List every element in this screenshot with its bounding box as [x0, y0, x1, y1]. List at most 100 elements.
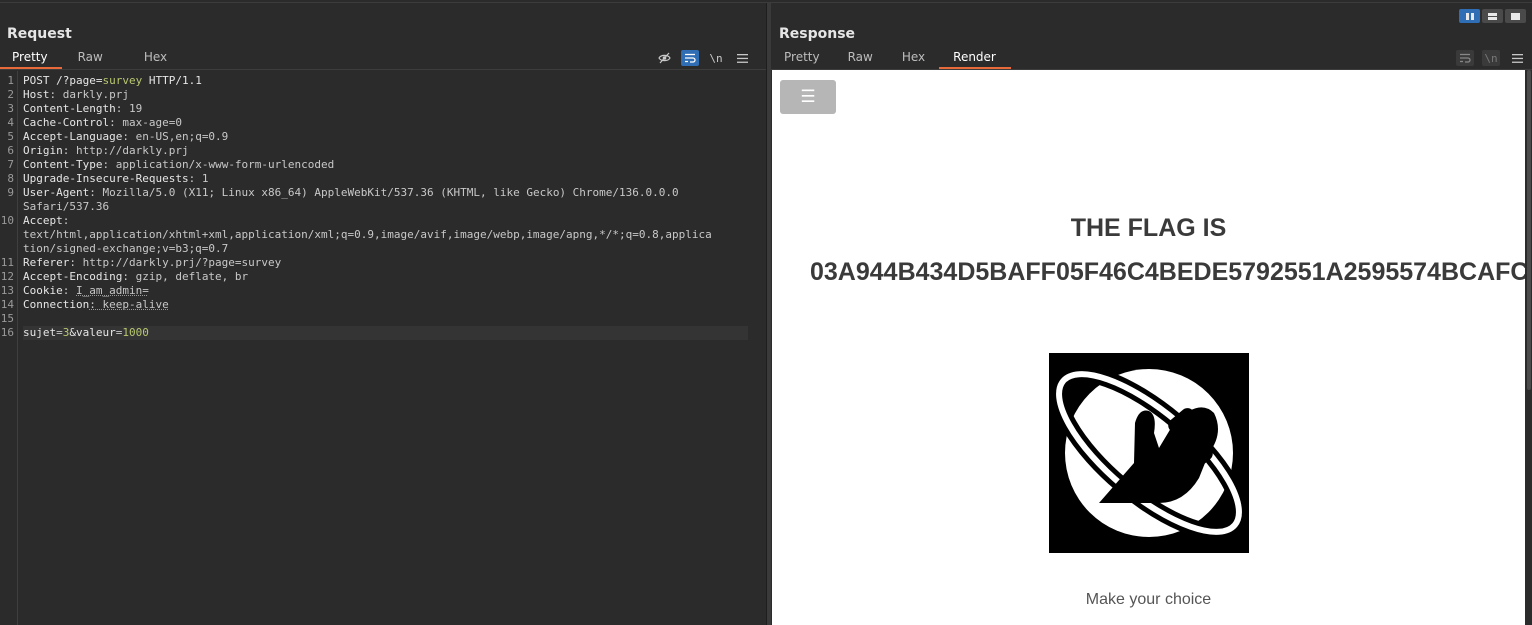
menu-icon[interactable] — [1508, 50, 1526, 66]
token: 1000 — [122, 326, 149, 339]
token: Upgrade-Insecure-Requests — [23, 172, 189, 185]
wrap-icon[interactable] — [1456, 50, 1474, 66]
request-tab-raw[interactable]: Raw — [62, 47, 124, 69]
request-editor[interactable]: 1 POST /?page=survey HTTP/1.1 2 Host: darkl… — [0, 71, 766, 625]
code-line: text/html,application/xhtml+xml,applicat… — [0, 228, 760, 242]
response-scrollbar[interactable] — [1526, 70, 1532, 625]
token: tion/signed-exchange;v=b3;q=0.7 — [23, 242, 229, 255]
line-text: sujet=3&valeur=1000 — [23, 326, 748, 340]
render-view: ☰ THE FLAG IS 03A944B434D5BAFF05F46C4BED… — [772, 70, 1525, 625]
line-text: Accept: — [23, 214, 760, 228]
token: Cache-Control — [23, 116, 110, 129]
scrollbar-thumb[interactable] — [1527, 70, 1531, 390]
token: : gzip, deflate, br — [122, 270, 249, 283]
request-title: Request — [7, 26, 72, 42]
line-text: Cookie: I_am_admin= — [23, 284, 760, 298]
line-number: 4 — [7, 116, 14, 129]
token: Safari/537.36 — [23, 200, 110, 213]
token: HTTP/1.1 — [142, 74, 202, 87]
response-pane: Response Pretty Raw Hex Render \n ☰ THE … — [771, 3, 1532, 625]
code-line: 8 Upgrade-Insecure-Requests: 1 — [0, 172, 760, 186]
token: Referer — [23, 256, 70, 269]
response-tab-raw[interactable]: Raw — [836, 47, 890, 69]
token: : 19 — [115, 102, 143, 115]
code-line: tion/signed-exchange;v=b3;q=0.7 — [0, 242, 760, 256]
line-number: 5 — [7, 130, 14, 143]
code-line: 15 — [0, 312, 760, 326]
code-line: 10 Accept: — [0, 214, 760, 228]
token: User-Agent — [23, 186, 90, 199]
line-text: Upgrade-Insecure-Requests: 1 — [23, 172, 760, 186]
token: : keep-alive — [89, 298, 169, 311]
code-line: 4 Cache-Control: max-age=0 — [0, 116, 760, 130]
line-number: 8 — [7, 172, 14, 185]
token: = — [56, 326, 63, 339]
request-toolbar: \n — [655, 50, 751, 66]
line-number: 2 — [7, 88, 14, 101]
line-number: 9 — [7, 186, 14, 199]
line-text — [23, 312, 760, 326]
request-tab-underline — [0, 69, 766, 70]
token: : 1 — [188, 172, 209, 185]
code-line: 1 POST /?page=survey HTTP/1.1 — [0, 74, 760, 88]
response-tab-hex[interactable]: Hex — [890, 47, 939, 69]
response-tab-render[interactable]: Render — [939, 47, 1011, 69]
request-tab-pretty[interactable]: Pretty — [0, 47, 62, 69]
line-number: 1 — [7, 74, 14, 87]
token: : — [62, 284, 76, 297]
choice-text: Make your choice — [1085, 591, 1212, 608]
line-text: User-Agent: Mozilla/5.0 (X11; Linux x86_… — [23, 186, 760, 200]
token: Accept — [23, 214, 63, 227]
line-number: 7 — [7, 158, 14, 171]
token: : http://darkly.prj — [62, 144, 189, 157]
token: Connection — [23, 298, 90, 311]
line-number: 6 — [7, 144, 14, 157]
code-line: 7 Content-Type: application/x-www-form-ur… — [0, 158, 760, 172]
line-text: Safari/537.36 — [23, 200, 760, 214]
hamburger-icon[interactable]: ☰ — [780, 80, 836, 114]
line-text: Cache-Control: max-age=0 — [23, 116, 760, 130]
line-number: 14 — [0, 298, 14, 311]
flag-value: 03A944B434D5BAFF05F46C4BEDE5792551A25955… — [810, 258, 1525, 286]
line-text: text/html,application/xhtml+xml,applicat… — [23, 228, 760, 242]
line-text: POST /?page=survey HTTP/1.1 — [23, 74, 760, 88]
code-line: 3 Content-Length: 19 — [0, 102, 760, 116]
wrap-icon[interactable] — [681, 50, 699, 66]
line-number: 10 — [0, 214, 14, 227]
token: survey — [102, 74, 143, 87]
line-text: Accept-Language: en-US,en;q=0.9 — [23, 130, 760, 144]
token: : en-US,en;q=0.9 — [122, 130, 229, 143]
response-toolbar: \n — [1456, 50, 1526, 66]
code-line: 9 User-Agent: Mozilla/5.0 (X11; Linux x86… — [0, 186, 760, 200]
token: &valeur — [69, 326, 116, 339]
newline-icon[interactable]: \n — [707, 50, 725, 66]
code-line: 2 Host: darkly.prj — [0, 88, 760, 102]
code-line: 6 Origin: http://darkly.prj — [0, 144, 760, 158]
token: Accept-Language — [23, 130, 123, 143]
line-text: Origin: http://darkly.prj — [23, 144, 760, 158]
token: text/html,application/xhtml+xml,applicat… — [23, 228, 712, 241]
token: I_am_admin= — [76, 284, 149, 297]
newline-icon[interactable]: \n — [1482, 50, 1500, 66]
line-text: Connection: keep-alive — [23, 298, 760, 312]
line-text: Host: darkly.prj — [23, 88, 760, 102]
request-lines: 1 POST /?page=survey HTTP/1.1 2 Host: darkl… — [0, 74, 760, 340]
request-tab-hex[interactable]: Hex — [124, 47, 180, 69]
code-line: 5 Accept-Language: en-US,en;q=0.9 — [0, 130, 760, 144]
token: Accept-Encoding — [23, 270, 123, 283]
code-line: Safari/537.36 — [0, 200, 760, 214]
response-tab-pretty[interactable]: Pretty — [771, 47, 836, 69]
request-pane: Request Pretty Raw Hex \n 1 POST /?page=s… — [0, 3, 766, 625]
eye-slash-icon[interactable] — [655, 50, 673, 66]
line-number: 12 — [0, 270, 14, 283]
code-line: 13 Cookie: I_am_admin= — [0, 284, 760, 298]
line-number: 15 — [0, 312, 14, 325]
code-line: 14 Connection: keep-alive — [0, 298, 760, 312]
flag-title: THE FLAG IS — [1070, 214, 1227, 242]
line-text: Content-Type: application/x-www-form-url… — [23, 158, 760, 172]
code-line: 12 Accept-Encoding: gzip, deflate, br — [0, 270, 760, 284]
code-line: 11 Referer: http://darkly.prj/?page=surve… — [0, 256, 760, 270]
thumbs-up-planet-logo — [1049, 353, 1249, 553]
menu-icon[interactable] — [733, 50, 751, 66]
token: : Mozilla/5.0 (X11; Linux x86_64) AppleW… — [89, 186, 679, 199]
